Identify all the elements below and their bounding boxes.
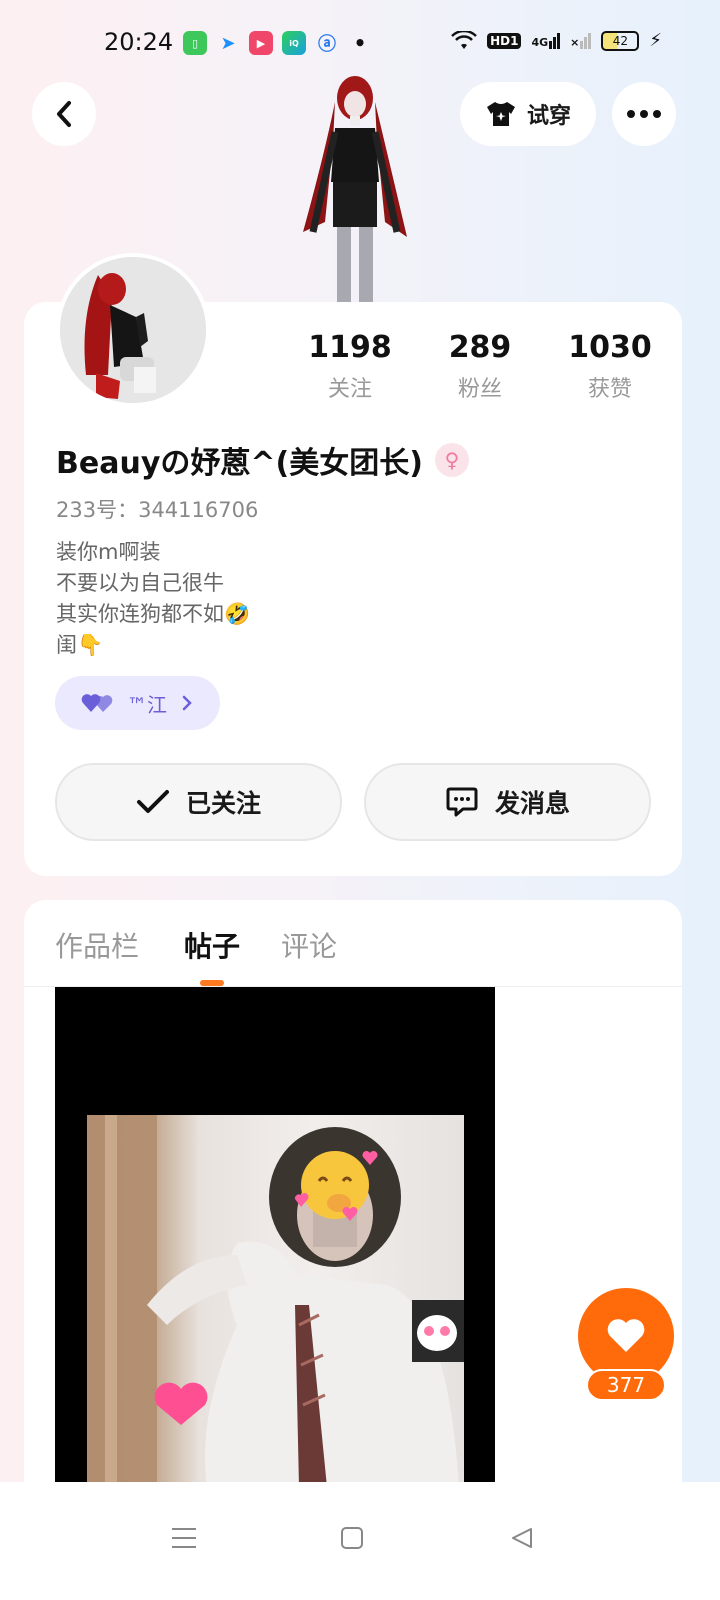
tab-posts[interactable]: 帖子: [184, 925, 240, 965]
chat-bubble-icon: [446, 787, 478, 817]
double-heart-icon: [81, 694, 113, 712]
wifi-icon: [451, 30, 477, 49]
4g-signal-icon: 4G: [531, 32, 561, 49]
stat-fans[interactable]: 289 粉丝: [430, 330, 530, 403]
send-message-button[interactable]: 发消息: [364, 763, 651, 841]
stat-following[interactable]: 1198 关注: [300, 330, 400, 403]
avatar: [60, 257, 206, 403]
female-icon: ♀: [434, 443, 469, 477]
check-icon: [136, 790, 169, 813]
chevron-left-icon: [57, 101, 71, 127]
battery-indicator: 42: [601, 30, 640, 51]
status-app-icons: ▯ ➤ ▶ iQ ⓐ •: [183, 31, 372, 55]
arrow-app-icon: ➤: [220, 32, 236, 54]
dot-icon: •: [353, 31, 367, 55]
heart-icon: [607, 1319, 645, 1352]
try-on-button[interactable]: 试穿: [460, 82, 596, 146]
video-app-icon: ▶: [249, 31, 273, 55]
charging-icon: ⚡: [649, 30, 662, 51]
bio-line: 闺👇: [56, 633, 104, 657]
home-nav-button[interactable]: [332, 1518, 372, 1558]
stat-value: 1198: [308, 330, 392, 365]
fan-group-label: ™江: [127, 692, 167, 717]
avatar-image: [60, 257, 206, 403]
following-button[interactable]: 已关注: [55, 763, 342, 841]
more-dots-icon: [627, 110, 661, 118]
post-photo: [87, 1115, 464, 1487]
stat-likes[interactable]: 1030 获赞: [560, 330, 660, 403]
stat-label: 关注: [327, 377, 372, 402]
stat-label: 粉丝: [457, 377, 502, 402]
signal-x-icon: ×: [570, 32, 592, 49]
browser-icon: ⓐ: [318, 34, 336, 55]
back-triangle-icon: [512, 1528, 532, 1548]
following-label: 已关注: [185, 789, 261, 818]
tshirt-icon: [486, 102, 515, 126]
try-on-label: 试穿: [526, 104, 571, 129]
wechat-icon: ▯: [183, 31, 207, 55]
status-time: 20:24: [104, 28, 174, 56]
fan-group-pill[interactable]: ™江: [55, 676, 220, 730]
network-label: 4G: [531, 35, 549, 49]
menu-nav-button[interactable]: [164, 1518, 204, 1558]
stat-value: 289: [448, 330, 512, 365]
home-square-icon: [341, 1527, 363, 1549]
stat-label: 获赞: [587, 377, 632, 402]
bio-line: 不要以为自己很牛: [56, 571, 224, 595]
bio-line: 装你m啊装: [56, 540, 161, 564]
username-row: Beauyの妤蒽^(美女团长) ♀: [56, 438, 469, 482]
back-nav-button[interactable]: [502, 1518, 542, 1558]
post-thumbnail[interactable]: [55, 987, 495, 1487]
post-image: [87, 1115, 464, 1487]
username: Beauyの妤蒽^(美女团长): [56, 446, 423, 481]
stat-value: 1030: [568, 330, 652, 365]
avatar-figure[interactable]: [295, 72, 415, 302]
tab-comments[interactable]: 评论: [281, 925, 337, 965]
user-id: 233号：344116706: [56, 498, 259, 522]
bio-line: 其实你连狗都不如🤣: [56, 602, 251, 626]
stats-row: 1198 关注 289 粉丝 1030 获赞: [300, 330, 660, 403]
back-button[interactable]: [32, 82, 96, 146]
profile-avatar[interactable]: [56, 253, 210, 407]
hd-icon: HD1: [487, 32, 522, 49]
send-message-label: 发消息: [494, 789, 570, 818]
status-right: HD1 4G × 42 ⚡: [451, 30, 662, 51]
iqiyi-icon: iQ: [282, 31, 306, 55]
system-nav-bar: [0, 1482, 720, 1600]
menu-icon: [172, 1528, 196, 1548]
chevron-right-icon: [182, 695, 192, 711]
more-button[interactable]: [612, 82, 676, 146]
bio: 装你m啊装 不要以为自己很牛 其实你连狗都不如🤣 闺👇: [56, 537, 250, 661]
tab-works[interactable]: 作品栏: [55, 925, 139, 965]
like-count: 377: [586, 1369, 666, 1401]
